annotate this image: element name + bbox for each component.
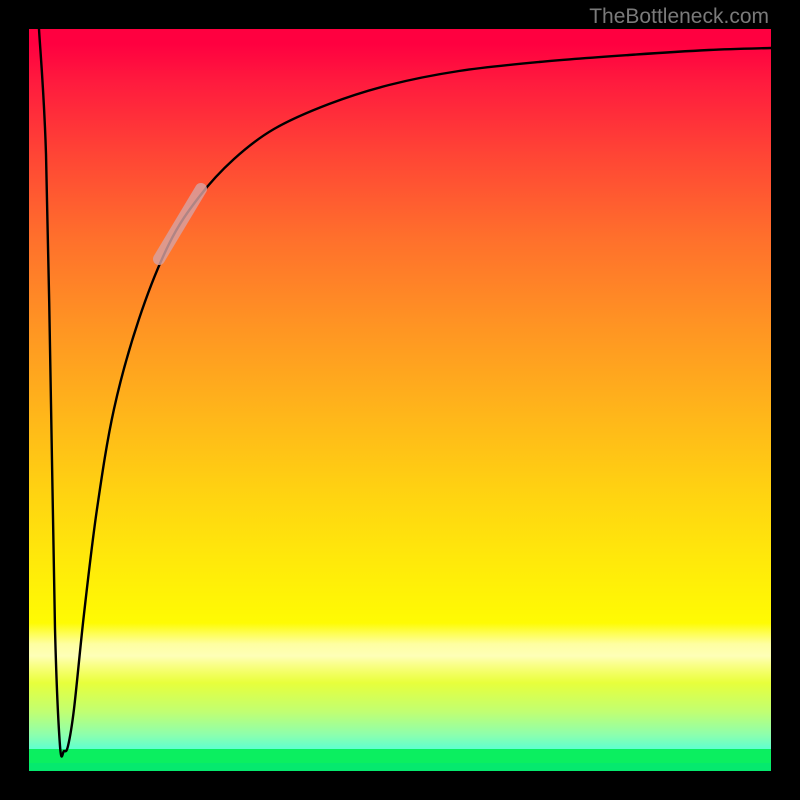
highlight-segment <box>159 189 201 259</box>
main-curve <box>39 29 771 757</box>
plot-area <box>29 29 771 771</box>
chart-frame: TheBottleneck.com <box>0 0 800 800</box>
curve-layer <box>29 29 771 771</box>
watermark-text: TheBottleneck.com <box>589 5 769 29</box>
